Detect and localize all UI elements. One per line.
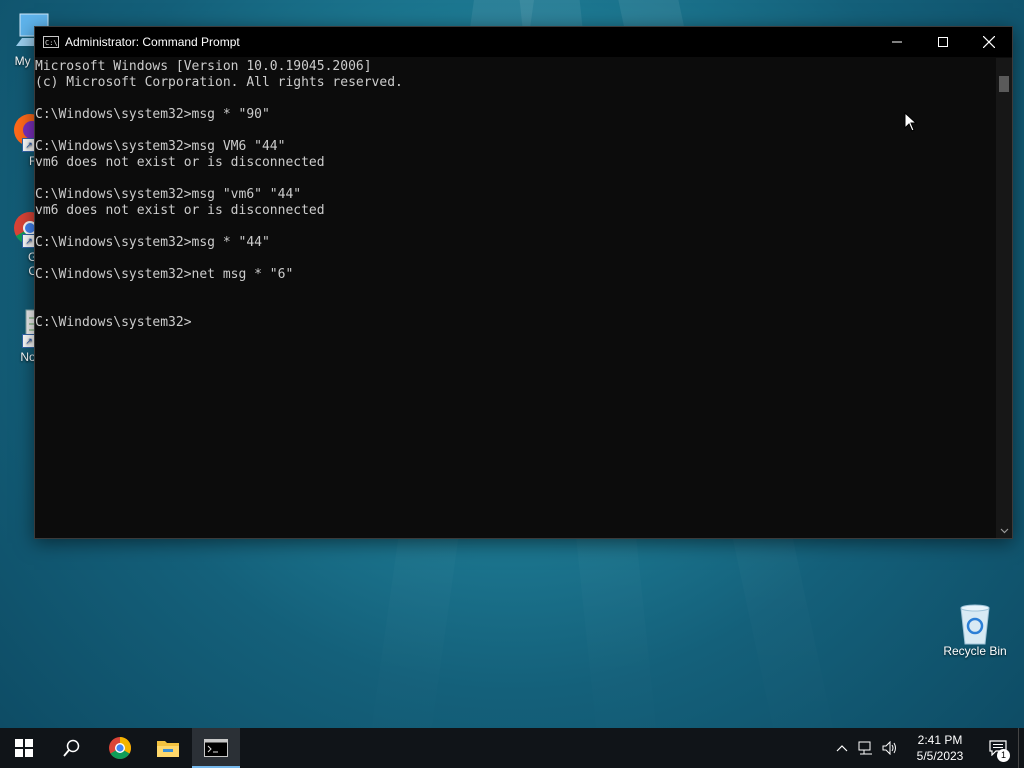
clock-date: 5/5/2023 (916, 749, 964, 763)
command-prompt-window[interactable]: C:\ Administrator: Command Prompt Micros… (34, 26, 1013, 539)
console-line: C:\Windows\system32> (35, 315, 192, 330)
chrome-icon (109, 737, 131, 759)
console-line: C:\Windows\system32>msg * "44" (35, 235, 270, 250)
window-title: Administrator: Command Prompt (65, 35, 240, 49)
cmd-app-icon: C:\ (43, 36, 59, 48)
console-line: C:\Windows\system32>msg "vm6" "44" (35, 187, 302, 202)
minimize-icon (892, 41, 902, 43)
windows-logo-icon (15, 739, 33, 757)
taskbar-command-prompt[interactable] (192, 728, 240, 768)
action-center-button[interactable]: 1 (978, 728, 1018, 768)
search-icon (63, 739, 80, 757)
taskbar-clock[interactable]: 2:41 PM 5/5/2023 (902, 732, 978, 764)
recycle-bin-icon (955, 602, 995, 645)
taskbar-chrome[interactable] (96, 728, 144, 768)
console-line: vm6 does not exist or is disconnected (35, 155, 325, 170)
maximize-icon (938, 37, 948, 47)
console-line: C:\Windows\system32>msg * "90" (35, 107, 270, 122)
scroll-down-icon[interactable] (996, 524, 1012, 538)
close-icon (983, 36, 995, 48)
scrollbar-thumb[interactable] (999, 76, 1009, 92)
console-line: C:\Windows\system32>msg VM6 "44" (35, 139, 286, 154)
vertical-scrollbar[interactable] (996, 58, 1012, 538)
notification-count-badge: 1 (997, 749, 1010, 762)
window-titlebar[interactable]: C:\ Administrator: Command Prompt (35, 27, 1012, 57)
console-line: (c) Microsoft Corporation. All rights re… (35, 75, 403, 90)
scroll-up-icon[interactable] (996, 58, 1012, 72)
network-icon (858, 741, 872, 755)
console-line: Microsoft Windows [Version 10.0.19045.20… (35, 59, 372, 74)
close-button[interactable] (966, 27, 1012, 57)
clock-time: 2:41 PM (917, 733, 963, 747)
taskbar: 2:41 PM 5/5/2023 1 (0, 728, 1024, 768)
taskbar-file-explorer[interactable] (144, 728, 192, 768)
start-button[interactable] (0, 728, 48, 768)
show-desktop-button[interactable] (1018, 728, 1024, 768)
maximize-button[interactable] (920, 27, 966, 57)
system-tray: 2:41 PM 5/5/2023 1 (830, 728, 1024, 768)
cmd-icon (204, 739, 228, 757)
network-button[interactable] (854, 728, 878, 768)
desktop-icon-recycle-bin[interactable]: Recycle Bin (939, 602, 1011, 658)
show-hidden-icons-button[interactable] (830, 728, 854, 768)
volume-button[interactable] (878, 728, 902, 768)
console-line: C:\Windows\system32>net msg * "6" (35, 267, 294, 282)
console-line: vm6 does not exist or is disconnected (35, 203, 325, 218)
mouse-pointer-icon (904, 111, 918, 137)
minimize-button[interactable] (874, 27, 920, 57)
folder-icon (157, 741, 179, 757)
speaker-icon (882, 741, 896, 755)
console-output[interactable]: Microsoft Windows [Version 10.0.19045.20… (35, 58, 996, 538)
desktop-icon-label: Recycle Bin (943, 644, 1007, 658)
search-button[interactable] (48, 728, 96, 768)
chevron-up-icon (836, 745, 848, 752)
